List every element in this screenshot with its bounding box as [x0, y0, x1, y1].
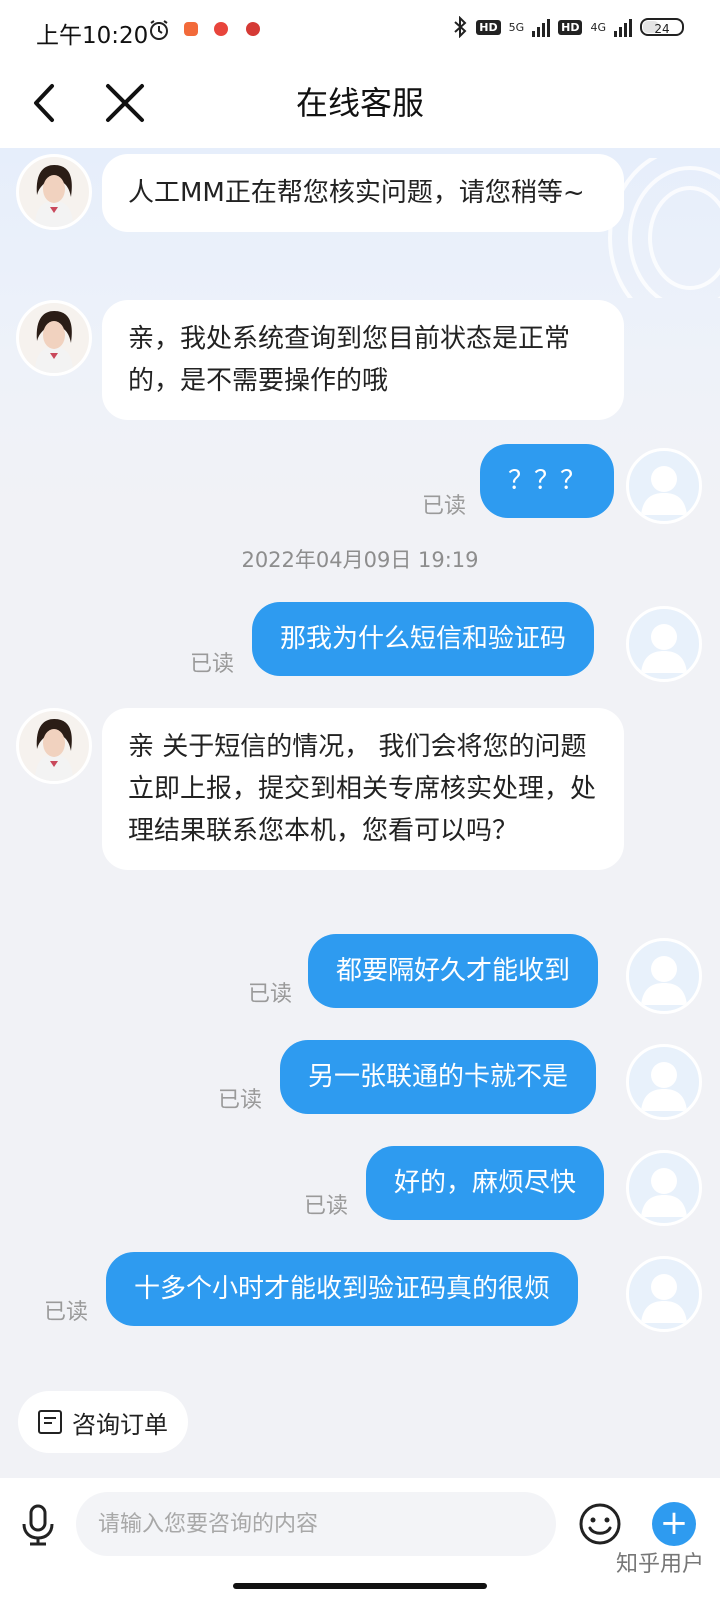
status-bar: 上午10:20 HD 5G HD 4G 24: [0, 0, 720, 60]
status-time: 上午10:20: [36, 23, 149, 49]
alarm-icon: [150, 20, 168, 40]
agent-message: 人工MM正在帮您核实问题，请您稍等~: [102, 154, 624, 232]
user-avatar[interactable]: [626, 938, 702, 1014]
read-receipt: 已读: [190, 652, 235, 677]
user-avatar[interactable]: [626, 1044, 702, 1120]
user-message: 另一张联通的卡就不是: [280, 1040, 597, 1114]
user-avatar[interactable]: [626, 1256, 702, 1332]
message-input-wrapper: [76, 1492, 556, 1556]
user-avatar-icon: [641, 1274, 687, 1323]
signal-icon: [614, 17, 632, 37]
chat-area[interactable]: 人工MM正在帮您核实问题，请您稍等~ 亲，我处系统查询到您目前状态是正常的，是不…: [0, 148, 720, 1478]
read-receipt: 已读: [304, 1194, 349, 1219]
agent-portrait-icon: [19, 157, 89, 227]
status-indicators: HD 5G HD 4G 24: [452, 16, 684, 38]
user-avatar-icon: [641, 624, 687, 673]
signal-icon: [532, 17, 551, 37]
nav-bar: 在线客服: [0, 60, 720, 148]
consult-order-button[interactable]: 咨询订单: [18, 1391, 188, 1453]
user-message: 好的，麻烦尽快: [366, 1146, 605, 1220]
page-title: 在线客服: [295, 84, 424, 122]
read-receipt: 已读: [248, 982, 293, 1007]
read-receipt: 已读: [44, 1300, 89, 1325]
user-avatar[interactable]: [626, 606, 702, 682]
user-message: 那我为什么短信和验证码: [252, 602, 595, 676]
network-type: 4G: [590, 20, 606, 34]
read-receipt: 已读: [218, 1088, 263, 1113]
emoji-icon[interactable]: [578, 1502, 622, 1546]
agent-avatar[interactable]: [16, 154, 92, 230]
user-message: 都要隔好久才能收到: [308, 934, 599, 1008]
home-indicator[interactable]: [233, 1583, 487, 1589]
user-message: ？？？: [480, 444, 615, 518]
add-attachment-button[interactable]: +: [652, 1502, 696, 1546]
order-icon: [38, 1410, 62, 1434]
user-avatar-icon: [641, 956, 687, 1005]
agent-portrait-icon: [19, 711, 89, 781]
user-avatar[interactable]: [626, 1150, 702, 1226]
read-receipt: 已读: [422, 494, 467, 519]
consult-order-label: 咨询订单: [72, 1410, 168, 1439]
agent-avatar[interactable]: [16, 300, 92, 376]
hd-badge: HD: [558, 19, 583, 35]
user-avatar-icon: [641, 1062, 687, 1111]
hd-badge: HD: [476, 19, 501, 35]
bluetooth-icon: [454, 16, 467, 38]
battery-indicator: 24: [640, 18, 684, 36]
user-message: 十多个小时才能收到验证码真的很烦: [106, 1252, 579, 1326]
user-avatar-icon: [641, 1168, 687, 1217]
input-bar: +: [0, 1478, 720, 1600]
notification-app-icon: [246, 22, 260, 36]
user-avatar-icon: [641, 466, 687, 515]
agent-message: 亲 关于短信的情况， 我们会将您的问题立即上报，提交到相关专席核实处理，处理结果…: [102, 708, 624, 870]
microphone-icon[interactable]: [14, 1500, 62, 1548]
agent-message: 亲，我处系统查询到您目前状态是正常的，是不需要操作的哦: [102, 300, 624, 420]
message-input[interactable]: [76, 1492, 556, 1556]
notification-app-icon: [214, 22, 228, 36]
agent-portrait-icon: [19, 303, 89, 373]
watermark: 知乎用户: [615, 1552, 704, 1577]
agent-avatar[interactable]: [16, 708, 92, 784]
network-type: 5G: [508, 20, 525, 34]
user-avatar[interactable]: [626, 448, 702, 524]
message-timestamp: 2022年04月09日 19:19: [241, 548, 479, 572]
notification-app-icon: [184, 22, 198, 36]
plus-icon: +: [659, 1503, 689, 1543]
